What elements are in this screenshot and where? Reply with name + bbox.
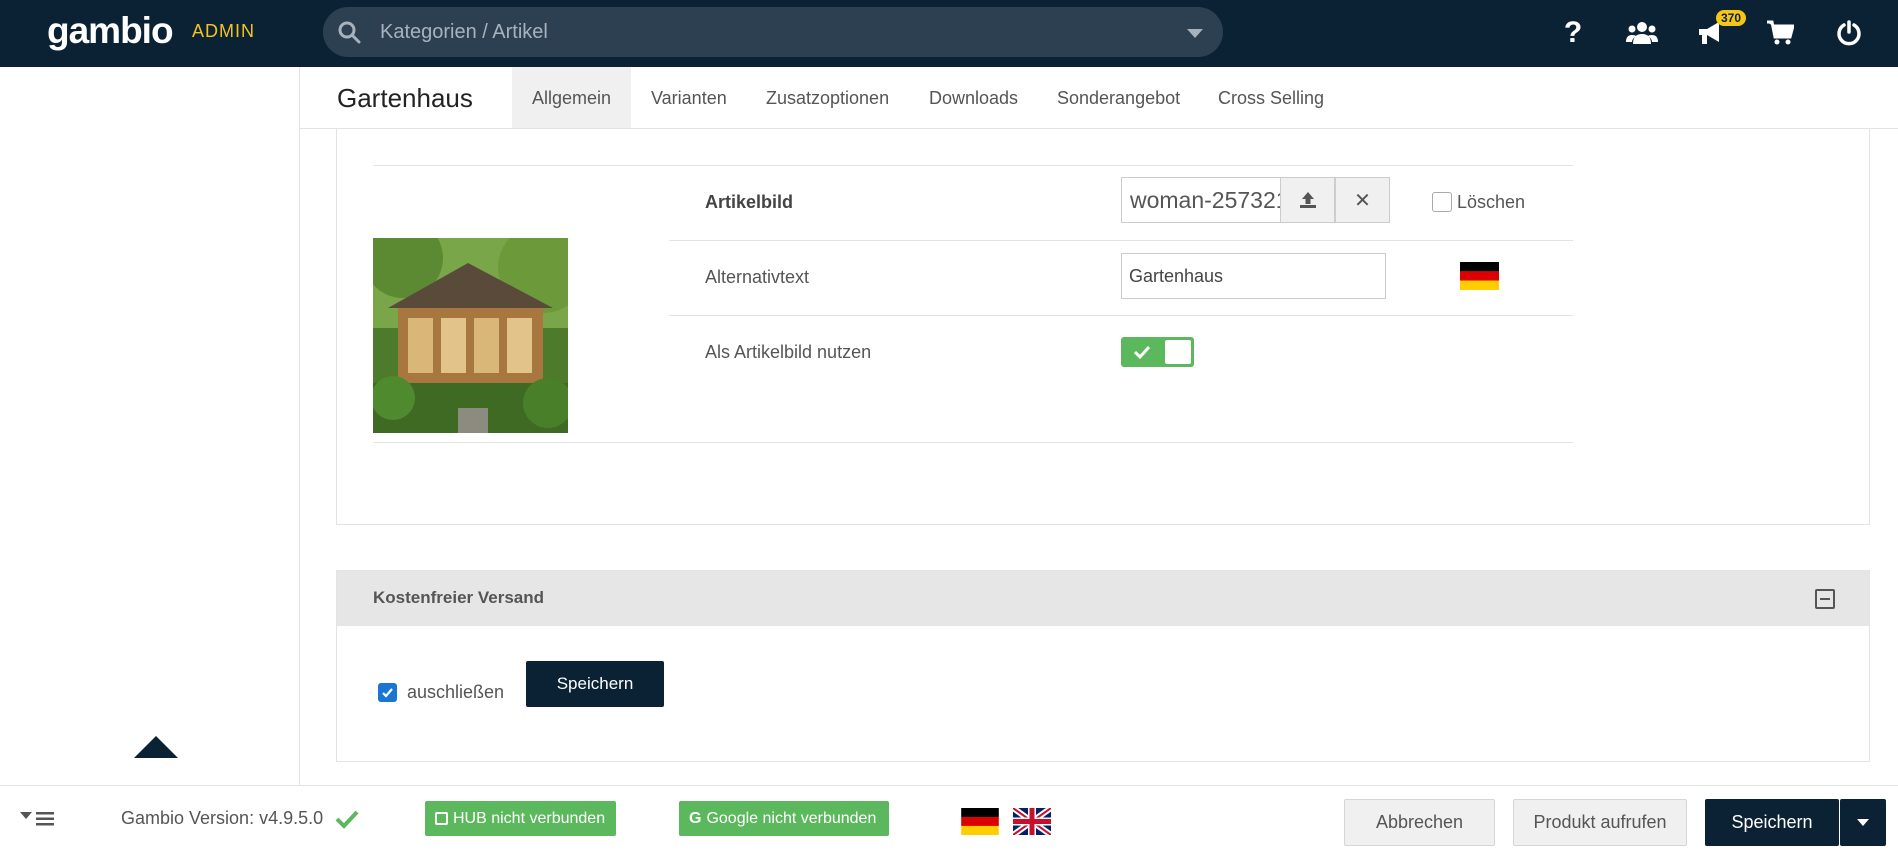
tab-zusatzoptionen[interactable]: Zusatzoptionen bbox=[746, 67, 909, 128]
save-button[interactable]: Speichern bbox=[1705, 799, 1839, 846]
users-icon[interactable] bbox=[1626, 17, 1658, 49]
upload-icon bbox=[1299, 192, 1316, 208]
help-icon[interactable]: ? bbox=[1557, 16, 1589, 49]
exclude-label: auschließen bbox=[407, 682, 505, 702]
use-as-image-label: Als Artikelbild nutzen bbox=[705, 342, 872, 362]
notification-badge: 370 bbox=[1716, 10, 1747, 26]
menu-icon[interactable] bbox=[36, 811, 54, 827]
delete-checkbox[interactable] bbox=[1432, 192, 1452, 212]
hub-status-label: HUB nicht verbunden bbox=[453, 809, 606, 827]
toggle-knob bbox=[1165, 340, 1191, 364]
left-sidebar bbox=[0, 67, 300, 785]
cart-icon[interactable] bbox=[1764, 17, 1796, 49]
check-icon bbox=[1133, 345, 1151, 360]
divider bbox=[669, 240, 1573, 241]
power-icon[interactable] bbox=[1833, 17, 1865, 49]
tab-varianten[interactable]: Varianten bbox=[631, 67, 747, 128]
uk-flag-icon[interactable] bbox=[1013, 808, 1051, 835]
close-icon: ✕ bbox=[1354, 189, 1371, 212]
search-bar[interactable]: Kategorien / Artikel bbox=[323, 7, 1223, 57]
shipping-save-button[interactable]: Speichern bbox=[526, 661, 664, 707]
german-flag-icon bbox=[1460, 262, 1499, 290]
view-product-button[interactable]: Produkt aufrufen bbox=[1513, 799, 1687, 846]
exclude-checkbox[interactable] bbox=[378, 683, 397, 702]
tab-allgemein[interactable]: Allgemein bbox=[512, 67, 632, 128]
divider bbox=[669, 315, 1573, 316]
admin-label: ADMIN bbox=[192, 21, 255, 41]
hub-icon bbox=[435, 812, 448, 825]
divider bbox=[373, 442, 1573, 443]
cancel-button[interactable]: Abbrechen bbox=[1344, 799, 1495, 846]
search-placeholder[interactable]: Kategorien / Artikel bbox=[380, 21, 548, 44]
tab-cross-selling[interactable]: Cross Selling bbox=[1198, 67, 1344, 128]
google-status-button[interactable]: G Google nicht verbunden bbox=[679, 801, 889, 836]
scroll-to-top-icon[interactable] bbox=[134, 736, 178, 758]
page-title: Gartenhaus bbox=[337, 83, 473, 113]
gambio-logo[interactable]: gambio bbox=[47, 10, 174, 52]
collapse-icon[interactable] bbox=[1815, 589, 1835, 609]
image-filename-field[interactable]: woman-2573216 bbox=[1121, 177, 1280, 223]
artikelbild-label: Artikelbild bbox=[705, 192, 794, 212]
panel-title: Kostenfreier Versand bbox=[373, 588, 545, 607]
product-header: Gartenhaus Allgemein Varianten Zusatzopt… bbox=[300, 67, 1898, 129]
top-bar: gambio ADMIN Kategorien / Artikel ? 370 bbox=[0, 0, 1898, 67]
google-icon: G bbox=[689, 809, 702, 827]
product-thumbnail[interactable] bbox=[373, 238, 568, 433]
alt-text-input[interactable]: Gartenhaus bbox=[1121, 253, 1386, 299]
version-label: Gambio Version: v4.9.5.0 bbox=[121, 808, 324, 828]
search-icon bbox=[338, 21, 361, 44]
german-flag-icon[interactable] bbox=[961, 808, 999, 835]
delete-label: Löschen bbox=[1457, 192, 1526, 212]
tab-downloads[interactable]: Downloads bbox=[909, 67, 1038, 128]
google-status-label: Google nicht verbunden bbox=[706, 809, 877, 827]
chevron-down-icon bbox=[1857, 819, 1869, 826]
check-icon bbox=[382, 688, 393, 698]
caret-down-icon[interactable] bbox=[20, 812, 32, 819]
use-as-image-toggle[interactable] bbox=[1121, 337, 1194, 367]
tab-sonderangebot[interactable]: Sonderangebot bbox=[1037, 67, 1200, 128]
chevron-down-icon[interactable] bbox=[1187, 29, 1203, 38]
clear-image-button[interactable]: ✕ bbox=[1335, 177, 1390, 223]
alt-text-label: Alternativtext bbox=[705, 267, 810, 287]
panel-header[interactable]: Kostenfreier Versand bbox=[337, 571, 1869, 626]
upload-button[interactable] bbox=[1280, 177, 1335, 223]
hub-status-button[interactable]: HUB nicht verbunden bbox=[425, 801, 616, 836]
check-icon bbox=[335, 810, 359, 829]
divider bbox=[373, 165, 1573, 166]
save-options-button[interactable] bbox=[1840, 799, 1886, 846]
